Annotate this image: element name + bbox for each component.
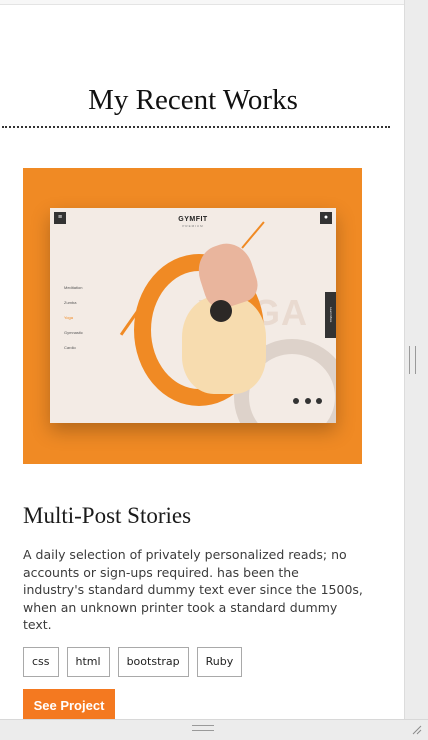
mockup-brand: GYMFIT <box>178 216 208 223</box>
tag-ruby: Ruby <box>196 647 243 677</box>
horizontal-resize-handle[interactable] <box>192 725 214 731</box>
resize-grip-icon[interactable] <box>410 723 422 735</box>
section-title: My Recent Works <box>88 84 298 116</box>
tag-list: css html bootstrap Ruby <box>23 647 243 677</box>
vertical-resize-handle[interactable] <box>409 346 416 374</box>
mockup-menu-item: Cardio <box>64 345 76 350</box>
tag-bootstrap: bootstrap <box>117 647 189 677</box>
title-divider <box>2 126 390 128</box>
mockup-brand-sub: PREMIUM <box>182 224 204 228</box>
mockup-menu-item: Gymnastic <box>64 330 83 335</box>
side-panel-track <box>404 0 428 739</box>
social-icon <box>304 398 311 404</box>
mockup-menu-item: Meditation <box>64 285 83 290</box>
mockup-menu-item: Zumba <box>64 300 77 305</box>
project-title: Multi-Post Stories <box>23 503 192 528</box>
content-pane: My Recent Works ≡ ● GYMFIT PREMIUM YOGA … <box>0 0 404 739</box>
project-description: A daily selection of privately personali… <box>23 547 363 633</box>
mockup-menu: Meditation Zumba Yoga Gymnastic Cardio <box>64 280 83 355</box>
frame-top-border <box>0 0 404 5</box>
tag-html: html <box>66 647 110 677</box>
social-icon <box>293 398 300 404</box>
thumbnail-mockup: ≡ ● GYMFIT PREMIUM YOGA Meditation Zumba… <box>50 208 336 423</box>
bottom-resize-bar <box>0 719 428 740</box>
mockup-social-icons <box>292 391 322 409</box>
social-icon <box>316 398 322 404</box>
mockup-side-button: Learn More <box>325 292 336 338</box>
mockup-menu-item: Yoga <box>64 315 73 320</box>
project-thumbnail[interactable]: ≡ ● GYMFIT PREMIUM YOGA Meditation Zumba… <box>23 168 362 464</box>
see-project-button[interactable]: See Project <box>23 689 115 723</box>
tag-css: css <box>23 647 59 677</box>
mockup-figure <box>210 300 232 322</box>
